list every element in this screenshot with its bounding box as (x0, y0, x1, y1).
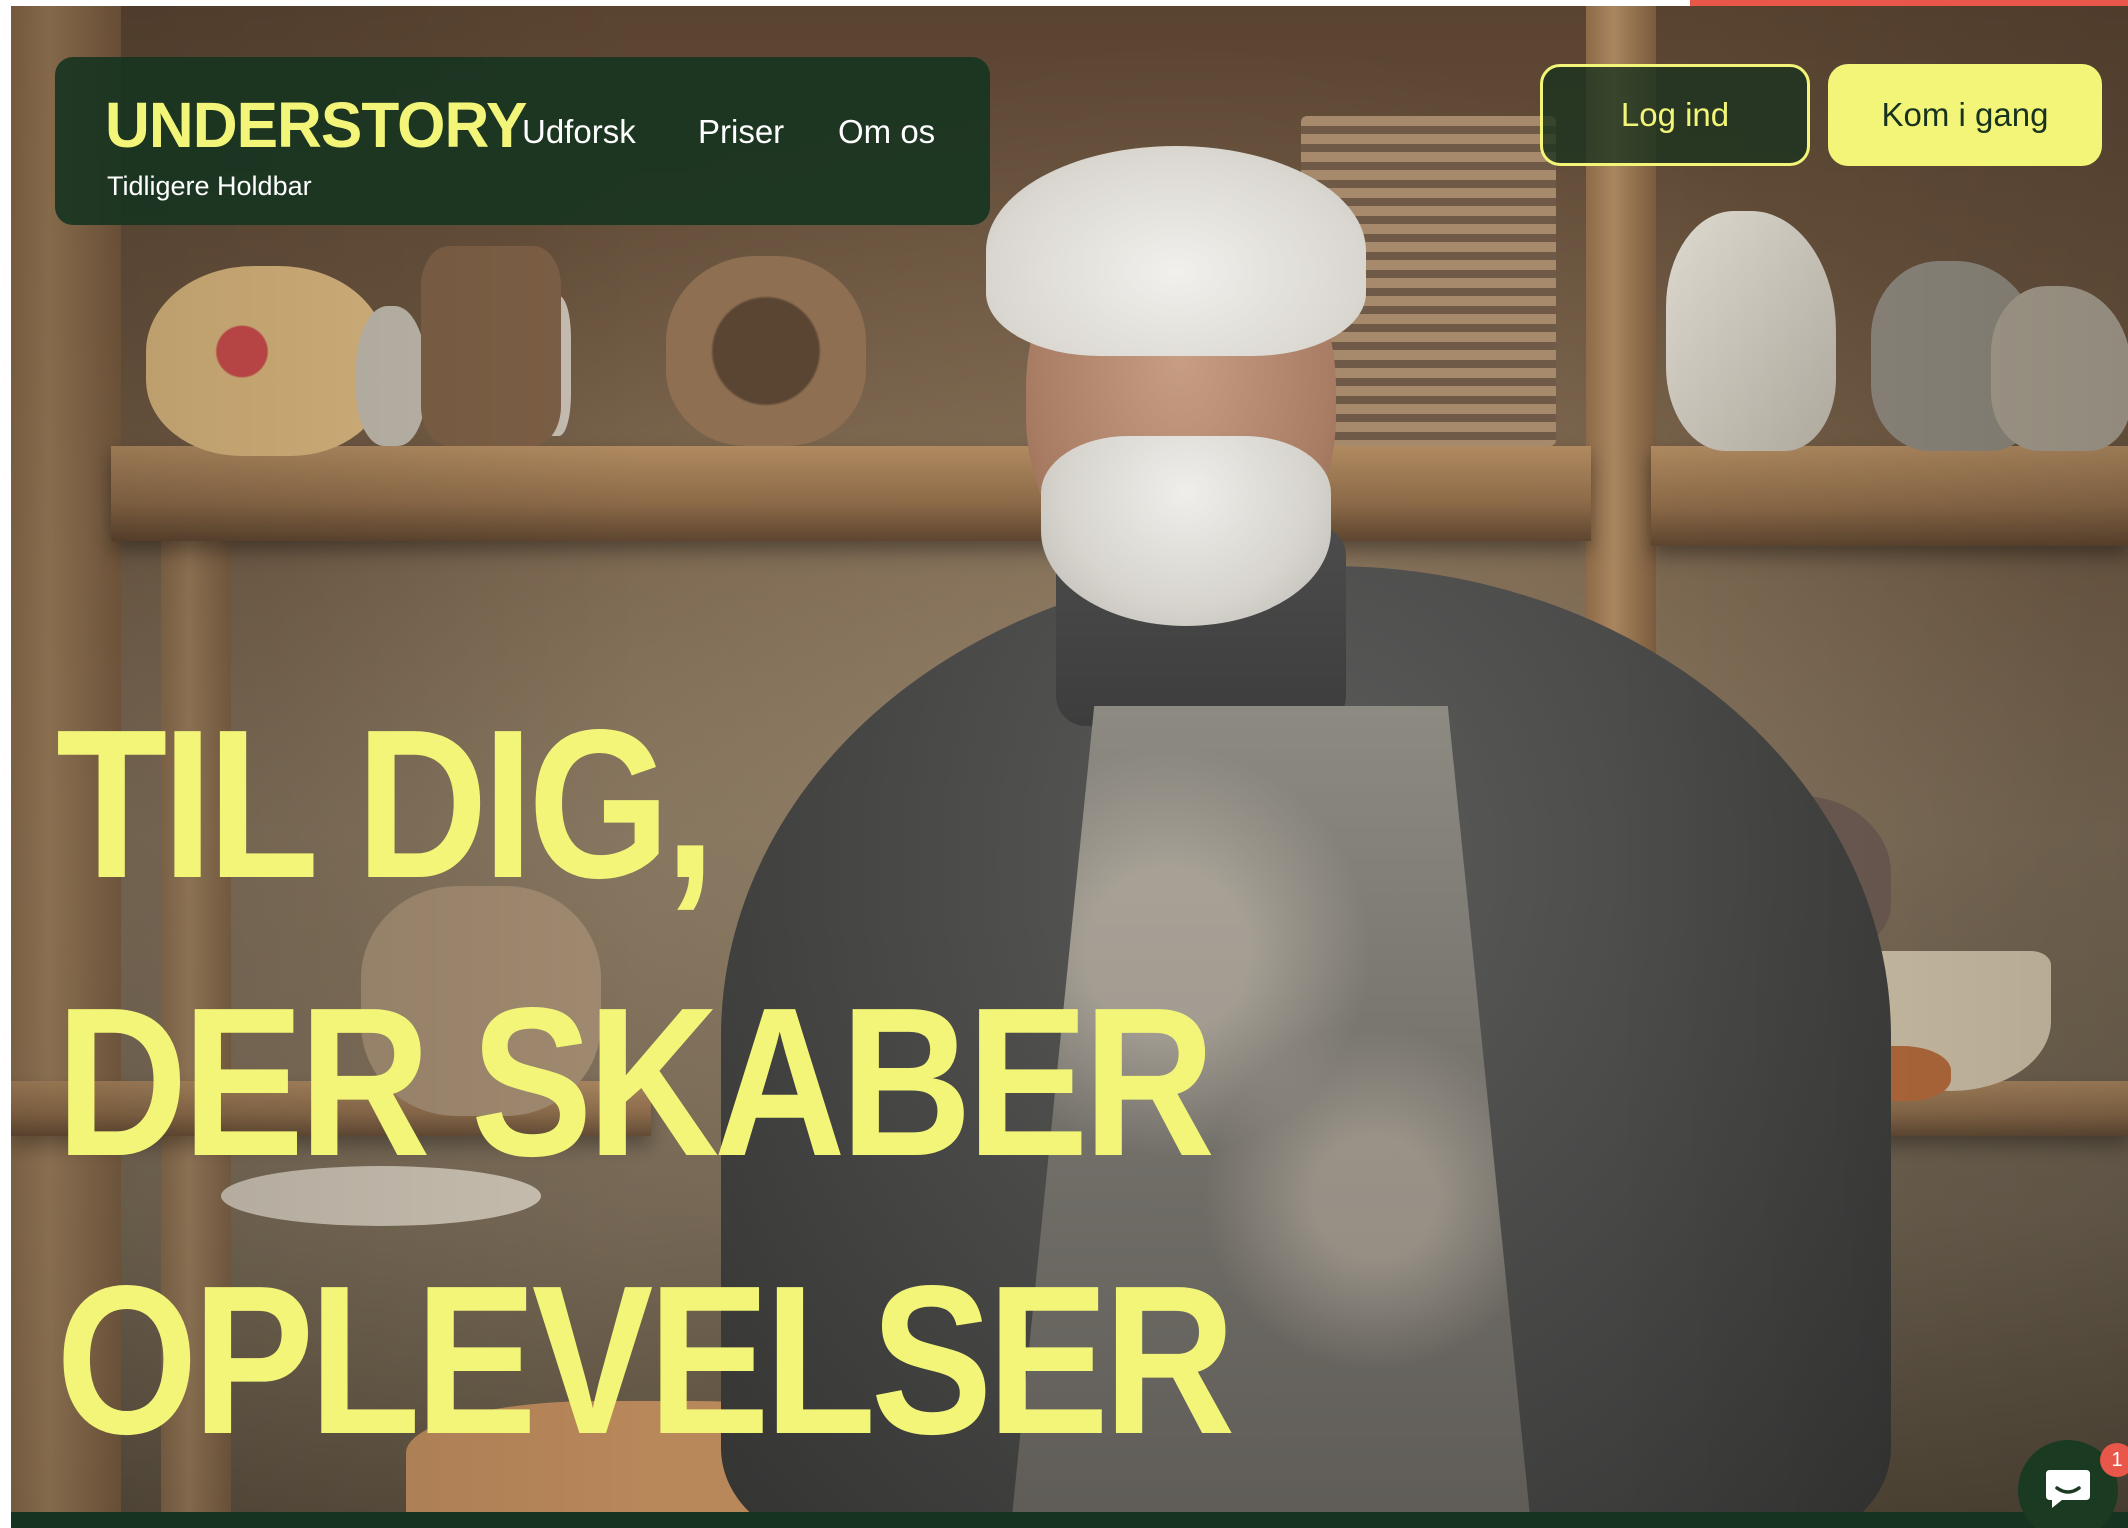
chat-notification-badge: 1 (2100, 1443, 2128, 1477)
hero-headline-line-2: DER SKABER (56, 963, 1215, 1200)
brand-logo[interactable]: UNDERSTORY (105, 93, 527, 157)
nav-link-om-os[interactable]: Om os (838, 112, 935, 152)
accent-bar (1690, 0, 2128, 6)
nav-link-priser[interactable]: Priser (698, 112, 784, 152)
login-button[interactable]: Log ind (1540, 64, 1810, 166)
page: UNDERSTORY Tidligere Holdbar Udforsk Pri… (0, 0, 2128, 1528)
bottom-strip (11, 1512, 2128, 1528)
hero-headline-line-3: OPLEVELSER (56, 1241, 1235, 1478)
nav-link-udforsk[interactable]: Udforsk (522, 112, 636, 152)
get-started-button[interactable]: Kom i gang (1828, 64, 2102, 166)
hero-headline-line-1: TIL DIG, (56, 685, 715, 922)
brand-subtitle: Tidligere Holdbar (107, 171, 312, 201)
chat-bubble-icon (2044, 1466, 2092, 1515)
nav-panel: UNDERSTORY Tidligere Holdbar Udforsk Pri… (55, 57, 990, 225)
